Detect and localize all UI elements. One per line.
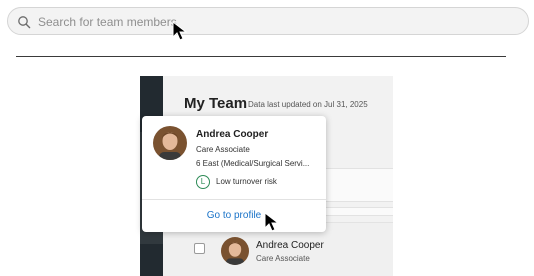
popover-unit: 6 East (Medical/Surgical Servi...	[196, 159, 310, 168]
page-title: My Team	[184, 95, 248, 112]
mouse-cursor-icon	[172, 21, 188, 41]
popover-name: Andrea Cooper	[196, 129, 269, 140]
mouse-cursor-icon	[264, 212, 280, 232]
avatar	[153, 126, 187, 160]
search-bar[interactable]	[7, 7, 529, 35]
divider	[16, 56, 506, 57]
popover-role: Care Associate	[196, 145, 250, 154]
member-role: Care Associate	[256, 254, 310, 263]
risk-badge: L	[196, 175, 210, 189]
row-checkbox[interactable]	[194, 243, 205, 254]
last-updated-text: Data last updated on Jul 31, 2025	[248, 100, 368, 109]
search-input[interactable]	[38, 12, 498, 32]
member-popover: Andrea Cooper Care Associate 6 East (Med…	[142, 116, 326, 232]
search-icon	[18, 16, 31, 29]
avatar	[221, 237, 249, 265]
member-name: Andrea Cooper	[256, 240, 324, 251]
go-to-profile-link[interactable]: Go to profile	[142, 210, 326, 221]
risk-label: Low turnover risk	[216, 177, 277, 186]
popover-divider	[142, 199, 326, 200]
